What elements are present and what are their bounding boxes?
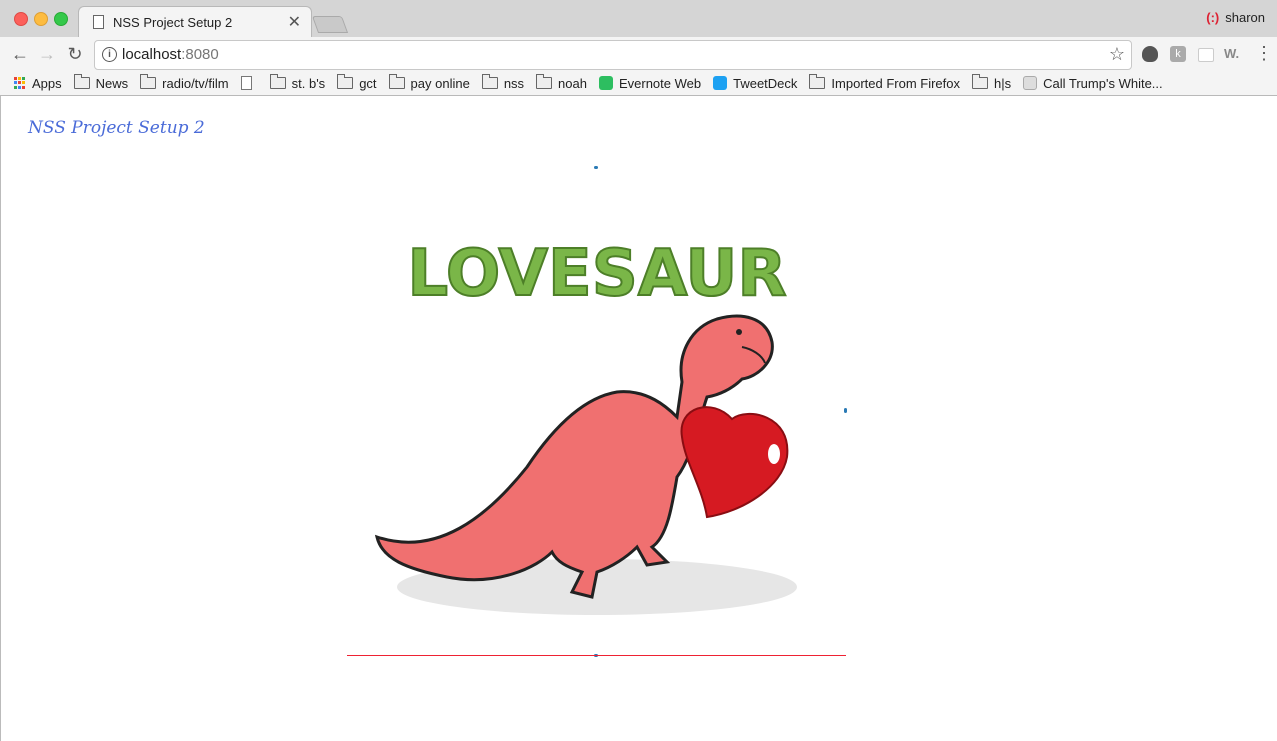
page-title: NSS Project Setup 2 (28, 118, 205, 138)
bookmark-item[interactable]: pay online (388, 74, 470, 91)
bookmark-label: Evernote Web (618, 75, 702, 91)
divider-line (347, 655, 846, 656)
tab-title: NSS Project Setup 2 (113, 15, 233, 30)
k-extension-icon[interactable]: k (1170, 46, 1186, 62)
toolbar: ← → ↻ i localhost:8080 ☆ k W. ⋮ (0, 37, 1277, 71)
bookmark-label: st. b's (291, 75, 326, 91)
page-content: NSS Project Setup 2 LOVESAUR (0, 96, 1277, 741)
heart-highlight (768, 444, 780, 464)
w-extension-icon[interactable]: W. (1224, 46, 1240, 62)
back-button[interactable]: ← (9, 44, 31, 65)
folder-icon (809, 74, 826, 89)
tab-strip: NSS Project Setup 2 ✕ (:) sharon (0, 0, 1277, 38)
maximize-window-button[interactable] (54, 12, 68, 26)
tweetdeck-icon (713, 76, 728, 90)
evernote-extension-icon[interactable] (1142, 46, 1158, 62)
page-icon (93, 15, 104, 29)
profile-name: sharon (1225, 10, 1265, 25)
folder-icon (140, 74, 157, 89)
folder-icon (388, 74, 405, 89)
minimize-window-button[interactable] (34, 12, 48, 26)
bookmark-star-icon[interactable]: ☆ (1109, 44, 1125, 65)
bookmark-item[interactable]: TweetDeck (713, 76, 797, 91)
bookmark-label: noah (558, 75, 587, 91)
bookmark-item[interactable]: h|s (972, 74, 1012, 91)
bookmark-item[interactable]: Apps (14, 76, 62, 91)
bookmark-label: radio/tv/film (162, 75, 229, 91)
browser-chrome: NSS Project Setup 2 ✕ (:) sharon ← → ↻ i… (0, 0, 1277, 96)
url-host: localhost (122, 46, 182, 63)
bookmark-label: Imported From Firefox (831, 75, 961, 91)
bookmarks-bar: Apps News radio/tv/film st. b's gct pay onlin… (0, 71, 1277, 96)
page-icon (240, 76, 252, 90)
bookmark-item[interactable]: News (73, 74, 129, 91)
evernote-icon (598, 76, 613, 90)
bookmark-item[interactable]: st. b's (269, 74, 326, 91)
bookmark-item[interactable]: radio/tv/film (140, 74, 229, 91)
profile-button[interactable]: (:) sharon (1206, 10, 1265, 25)
bookmark-label: Call Trump's White... (1043, 75, 1163, 91)
close-tab-icon[interactable]: ✕ (288, 12, 301, 32)
bookmark-label: pay online (410, 75, 470, 91)
bookmark-label: gct (359, 75, 377, 91)
new-tab-button[interactable] (311, 16, 349, 33)
bookmark-label: h|s (994, 75, 1012, 91)
folder-icon (536, 74, 553, 89)
bookmark-item[interactable] (240, 76, 258, 90)
forward-button[interactable]: → (36, 44, 58, 65)
bookmark-label: News (95, 75, 129, 91)
dinosaur-eye (736, 329, 742, 335)
address-bar[interactable]: i localhost:8080 ☆ (94, 40, 1132, 70)
tab-active[interactable]: NSS Project Setup 2 ✕ (78, 6, 312, 38)
folder-icon (269, 74, 286, 89)
profile-icon: (:) (1206, 10, 1220, 25)
blank-extension-icon[interactable] (1198, 48, 1214, 62)
menu-icon[interactable]: ⋮ (1255, 43, 1273, 64)
folder-icon (73, 74, 90, 89)
folder-icon (481, 74, 498, 89)
bookmark-item[interactable]: nss (481, 74, 525, 91)
bookmark-label: TweetDeck (733, 75, 798, 91)
url-port: :8080 (181, 46, 219, 63)
apps-grid-icon (14, 77, 26, 89)
folder-icon (972, 74, 989, 89)
close-window-button[interactable] (14, 12, 28, 26)
info-icon[interactable]: i (102, 47, 117, 62)
bookmark-label: nss (503, 75, 525, 91)
url-text[interactable]: localhost:8080 (122, 46, 219, 63)
logo-text: LOVESAUR (407, 237, 786, 311)
bookmark-item[interactable]: Evernote Web (598, 75, 702, 91)
folder-icon (337, 74, 354, 89)
bookmark-label: Apps (32, 75, 62, 91)
bookmark-item[interactable]: Call Trump's White... (1023, 76, 1163, 91)
whitehouse-icon (1023, 76, 1038, 90)
lovesaur-image: LOVESAUR (374, 236, 797, 615)
bookmark-item[interactable]: Imported From Firefox (809, 74, 961, 91)
bookmark-item[interactable]: gct (337, 74, 377, 91)
bookmark-item[interactable]: noah (536, 74, 587, 91)
reload-button[interactable]: ↻ (64, 44, 86, 65)
